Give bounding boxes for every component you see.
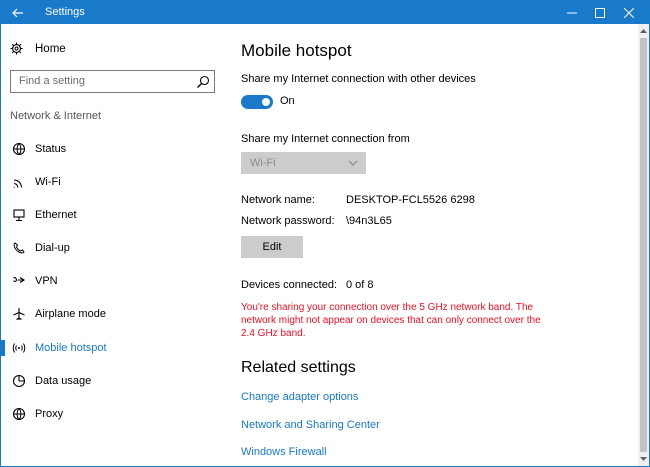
minimize-button[interactable] — [558, 1, 586, 24]
maximize-button[interactable] — [586, 1, 614, 24]
data-usage-icon — [11, 373, 27, 389]
search-icon[interactable] — [196, 75, 210, 89]
settings-window: Settings Home Find a setting Network & I… — [0, 0, 650, 467]
devices-connected-label: Devices connected: — [241, 279, 337, 291]
sidebar-item-label: Wi-Fi — [35, 176, 61, 188]
status-icon — [11, 141, 27, 157]
scrollbar-thumb[interactable] — [640, 38, 647, 452]
share-from-dropdown[interactable]: Wi-Fi — [241, 152, 366, 174]
hotspot-icon — [11, 340, 27, 356]
scroll-down-icon[interactable] — [640, 456, 647, 462]
sidebar-item-label: VPN — [35, 275, 58, 287]
search-placeholder: Find a setting — [19, 75, 86, 87]
sidebar-item-data-usage[interactable]: Data usage — [1, 367, 226, 395]
sidebar-item-mobile-hotspot[interactable]: Mobile hotspot — [1, 334, 226, 362]
sidebar-item-label: Dial-up — [35, 242, 70, 254]
main-content: Mobile hotspot Share my Internet connect… — [226, 24, 638, 466]
hotspot-toggle[interactable] — [241, 95, 273, 109]
network-name-value: DESKTOP-FCL5526 6298 — [346, 194, 475, 206]
sidebar-item-label: Ethernet — [35, 209, 77, 221]
link-change-adapter-options[interactable]: Change adapter options — [241, 391, 358, 403]
sidebar-item-ethernet[interactable]: Ethernet — [1, 201, 226, 229]
home-gear-icon — [10, 42, 26, 55]
close-button[interactable] — [615, 1, 643, 24]
active-indicator — [1, 340, 5, 356]
minimize-icon — [567, 12, 577, 13]
title-bar: Settings — [1, 1, 649, 24]
sidebar-item-label: Airplane mode — [35, 308, 106, 320]
toggle-knob — [262, 98, 270, 106]
sidebar-item-wifi[interactable]: Wi-Fi — [1, 168, 226, 196]
sidebar-item-label: Status — [35, 143, 67, 155]
chevron-down-icon — [348, 160, 358, 166]
section-label: Network & Internet — [10, 110, 102, 122]
back-button[interactable] — [1, 1, 35, 24]
edit-button[interactable]: Edit — [241, 236, 303, 258]
window-title: Settings — [45, 6, 85, 18]
close-icon — [624, 7, 634, 18]
home-label: Home — [35, 42, 66, 55]
airplane-icon — [11, 306, 27, 322]
share-from-label: Share my Internet connection from — [241, 133, 410, 145]
proxy-icon — [11, 406, 27, 422]
dialup-icon — [11, 240, 27, 256]
sidebar-item-vpn[interactable]: VPN — [1, 267, 226, 295]
network-password-label: Network password: — [241, 215, 335, 227]
share-label: Share my Internet connection with other … — [241, 73, 476, 85]
back-arrow-icon — [12, 8, 23, 17]
sidebar-item-dialup[interactable]: Dial-up — [1, 234, 226, 262]
sidebar-item-status[interactable]: Status — [1, 135, 226, 163]
wifi-icon — [11, 174, 27, 190]
sidebar-item-airplane[interactable]: Airplane mode — [1, 300, 226, 328]
sidebar-item-proxy[interactable]: Proxy — [1, 400, 226, 428]
network-name-label: Network name: — [241, 194, 315, 206]
band-warning: You're sharing your connection over the … — [241, 302, 541, 339]
ethernet-icon — [11, 207, 27, 223]
page-title: Mobile hotspot — [241, 41, 352, 60]
devices-connected-value: 0 of 8 — [346, 279, 374, 291]
share-from-value: Wi-Fi — [250, 157, 276, 169]
link-windows-firewall[interactable]: Windows Firewall — [241, 446, 327, 458]
home-nav-item[interactable]: Home — [10, 42, 66, 55]
vpn-icon — [11, 273, 27, 289]
vertical-scrollbar[interactable] — [638, 24, 649, 466]
scroll-up-icon[interactable] — [640, 28, 647, 34]
sidebar-item-label: Data usage — [35, 375, 92, 387]
network-password-value: \94n3L65 — [346, 215, 392, 227]
related-settings-title: Related settings — [241, 359, 356, 376]
sidebar-item-label: Mobile hotspot — [35, 342, 107, 354]
link-network-sharing-center[interactable]: Network and Sharing Center — [241, 419, 380, 431]
maximize-icon — [595, 7, 605, 18]
sidebar-item-label: Proxy — [35, 408, 64, 420]
toggle-state-label: On — [280, 95, 295, 107]
sidebar: Home Find a setting Network & Internet S… — [1, 24, 226, 466]
find-setting-search[interactable]: Find a setting — [10, 70, 215, 93]
